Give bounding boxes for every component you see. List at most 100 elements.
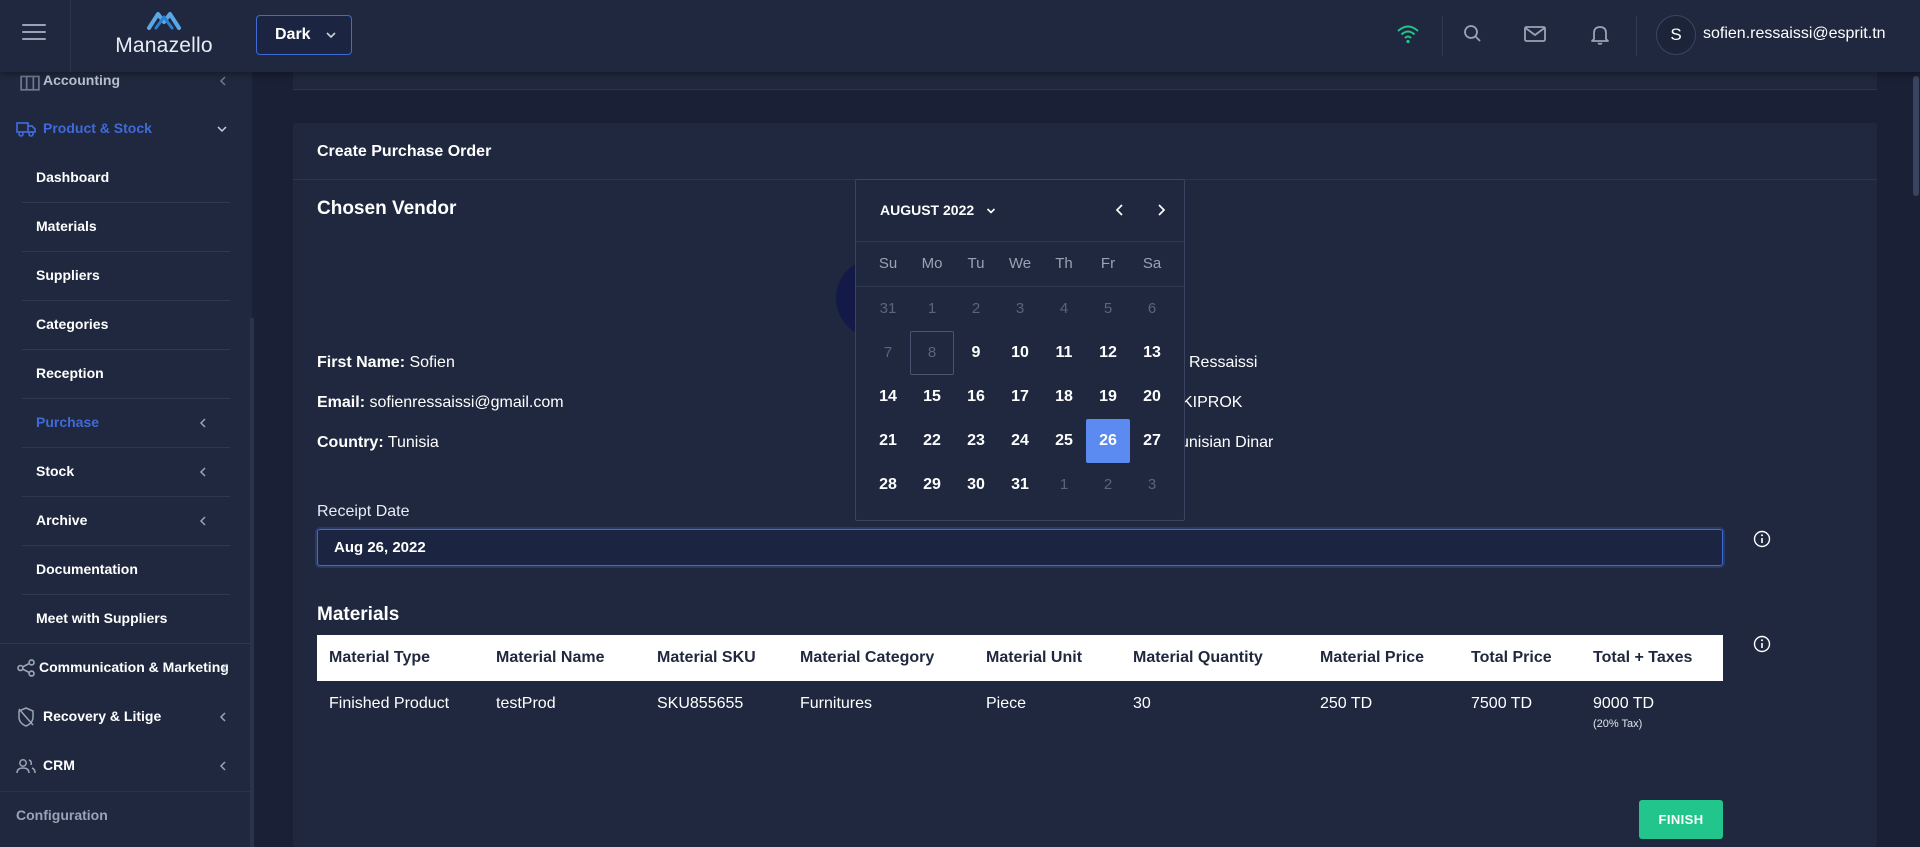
- table-cell: Piece: [986, 695, 1027, 712]
- calendar-day[interactable]: 20: [1130, 375, 1174, 419]
- email-label: Email:: [317, 394, 366, 411]
- chevron-left-icon: [199, 516, 206, 526]
- calendar-day[interactable]: 21: [866, 419, 910, 463]
- vendor-email: Email: sofienressaissi@gmail.com: [317, 394, 564, 412]
- calendar-day[interactable]: 10: [998, 331, 1042, 375]
- sidebar-item-label: CRM: [43, 757, 75, 773]
- calendar-day[interactable]: 12: [1086, 331, 1130, 375]
- sidebar-item-communication-marketing[interactable]: Communication & Marketing: [0, 644, 252, 693]
- sidebar-item-dashboard[interactable]: Dashboard: [0, 154, 252, 203]
- sidebar-item-materials[interactable]: Materials: [0, 203, 252, 252]
- calendar-day[interactable]: 3: [998, 287, 1042, 331]
- calendar-day[interactable]: 25: [1042, 419, 1086, 463]
- calendar-day[interactable]: 6: [1130, 287, 1174, 331]
- top-bar: Manazello Dark S sofien.ressaissi@esprit…: [0, 0, 1920, 72]
- table-header: Material Type Material Name Material SKU…: [317, 635, 1723, 681]
- logo[interactable]: Manazello: [104, 8, 224, 64]
- sidebar-item-label: Stock: [36, 463, 75, 479]
- calendar-day[interactable]: 22: [910, 419, 954, 463]
- column-header: Material Category: [800, 649, 935, 666]
- menu-icon[interactable]: [22, 24, 46, 46]
- selected-day[interactable]: 26: [1086, 419, 1130, 463]
- calendar-day[interactable]: 4: [1042, 287, 1086, 331]
- column-header: Material Price: [1320, 649, 1425, 666]
- sidebar-item-categories[interactable]: Categories: [0, 301, 252, 350]
- materials-table: Material Type Material Name Material SKU…: [317, 635, 1723, 743]
- calendar-day[interactable]: 19: [1086, 375, 1130, 419]
- user-email[interactable]: sofien.ressaissi@esprit.tn: [1703, 25, 1886, 43]
- vendor-country: Country: Tunisia: [317, 434, 439, 452]
- country-value: Tunisia: [387, 434, 439, 451]
- sidebar-item-label: Documentation: [36, 561, 138, 577]
- calendar-day[interactable]: 5: [1086, 287, 1130, 331]
- calendar-day[interactable]: 24: [998, 419, 1042, 463]
- calendar-day[interactable]: 14: [866, 375, 910, 419]
- info-icon[interactable]: [1753, 530, 1771, 548]
- calendar-day[interactable]: 3: [1130, 463, 1174, 507]
- avatar[interactable]: S: [1656, 15, 1696, 55]
- logo-text: Manazello: [115, 34, 213, 57]
- sidebar-item-reception[interactable]: Reception: [0, 350, 252, 399]
- bell-icon[interactable]: [1588, 22, 1612, 46]
- calendar-day[interactable]: 23: [954, 419, 998, 463]
- chevron-left-icon: [199, 418, 206, 428]
- chevron-left-icon[interactable]: [1112, 202, 1128, 218]
- sidebar-item-label: Configuration: [16, 807, 108, 823]
- sidebar-item-stock[interactable]: Stock: [0, 448, 252, 497]
- sidebar-item-archive[interactable]: Archive: [0, 497, 252, 546]
- sidebar-item-product-stock[interactable]: Product & Stock: [0, 105, 252, 154]
- sidebar-item-documentation[interactable]: Documentation: [0, 546, 252, 595]
- column-header: Material Quantity: [1133, 649, 1263, 666]
- calendar-day[interactable]: 31: [866, 287, 910, 331]
- sidebar-item-crm[interactable]: CRM: [0, 742, 252, 791]
- calendar-day[interactable]: 17: [998, 375, 1042, 419]
- sidebar: Accounting Product & Stock Dashboard Mat…: [0, 72, 254, 847]
- calendar-day[interactable]: 2: [1086, 463, 1130, 507]
- mail-icon[interactable]: [1523, 22, 1547, 46]
- sidebar-item-recovery-litige[interactable]: Recovery & Litige: [0, 693, 252, 742]
- calendar-day[interactable]: 9: [954, 331, 998, 375]
- calendar-day[interactable]: 1: [910, 287, 954, 331]
- calendar-day[interactable]: 30: [954, 463, 998, 507]
- sidebar-item-label: Suppliers: [36, 267, 100, 283]
- chevron-right-icon[interactable]: [1153, 202, 1169, 218]
- calendar-day[interactable]: 13: [1130, 331, 1174, 375]
- table-cell: 250 TD: [1320, 695, 1373, 712]
- sidebar-item-label: Materials: [36, 218, 97, 234]
- calendar-day[interactable]: 27: [1130, 419, 1174, 463]
- sidebar-item-configuration[interactable]: Configuration: [0, 791, 252, 840]
- calendar-day[interactable]: 18: [1042, 375, 1086, 419]
- theme-select[interactable]: Dark: [256, 15, 352, 55]
- sidebar-item-label: Dashboard: [36, 169, 110, 185]
- receipt-date-input[interactable]: Aug 26, 2022: [317, 529, 1723, 566]
- finish-button[interactable]: FINISH: [1639, 800, 1723, 839]
- calendar-day[interactable]: 15: [910, 375, 954, 419]
- weekday-label: Fr: [1100, 255, 1116, 272]
- calendar-day[interactable]: 31: [998, 463, 1042, 507]
- calendar-day[interactable]: 11: [1042, 331, 1086, 375]
- calendar-day[interactable]: 8: [910, 331, 954, 375]
- calendar-day[interactable]: 1: [1042, 463, 1086, 507]
- calendar-day[interactable]: 29: [910, 463, 954, 507]
- accounting-icon: [20, 75, 40, 91]
- sidebar-scrollbar[interactable]: [250, 318, 254, 847]
- month-select[interactable]: AUGUST 2022: [880, 202, 996, 218]
- card-header: Create Purchase Order: [293, 123, 1877, 180]
- page-scrollbar-thumb[interactable]: [1913, 76, 1919, 196]
- tax-note: (20% Tax): [1593, 718, 1643, 730]
- sidebar-item-label: Accounting: [43, 72, 120, 88]
- calendar-day[interactable]: 7: [866, 331, 910, 375]
- wifi-icon[interactable]: [1396, 22, 1420, 46]
- first-name-label: First Name:: [317, 354, 406, 371]
- info-icon[interactable]: [1753, 635, 1771, 653]
- table-cell: 9000 TD: [1593, 695, 1655, 712]
- calendar-day[interactable]: 16: [954, 375, 998, 419]
- search-icon[interactable]: [1462, 22, 1484, 46]
- calendar-day[interactable]: 2: [954, 287, 998, 331]
- sidebar-item-purchase[interactable]: Purchase: [0, 399, 252, 448]
- topbar-separator: [1636, 16, 1637, 56]
- calendar-day[interactable]: 28: [866, 463, 910, 507]
- sidebar-item-meet-with-suppliers[interactable]: Meet with Suppliers: [0, 595, 252, 644]
- chevron-left-icon: [221, 663, 228, 673]
- sidebar-item-suppliers[interactable]: Suppliers: [0, 252, 252, 301]
